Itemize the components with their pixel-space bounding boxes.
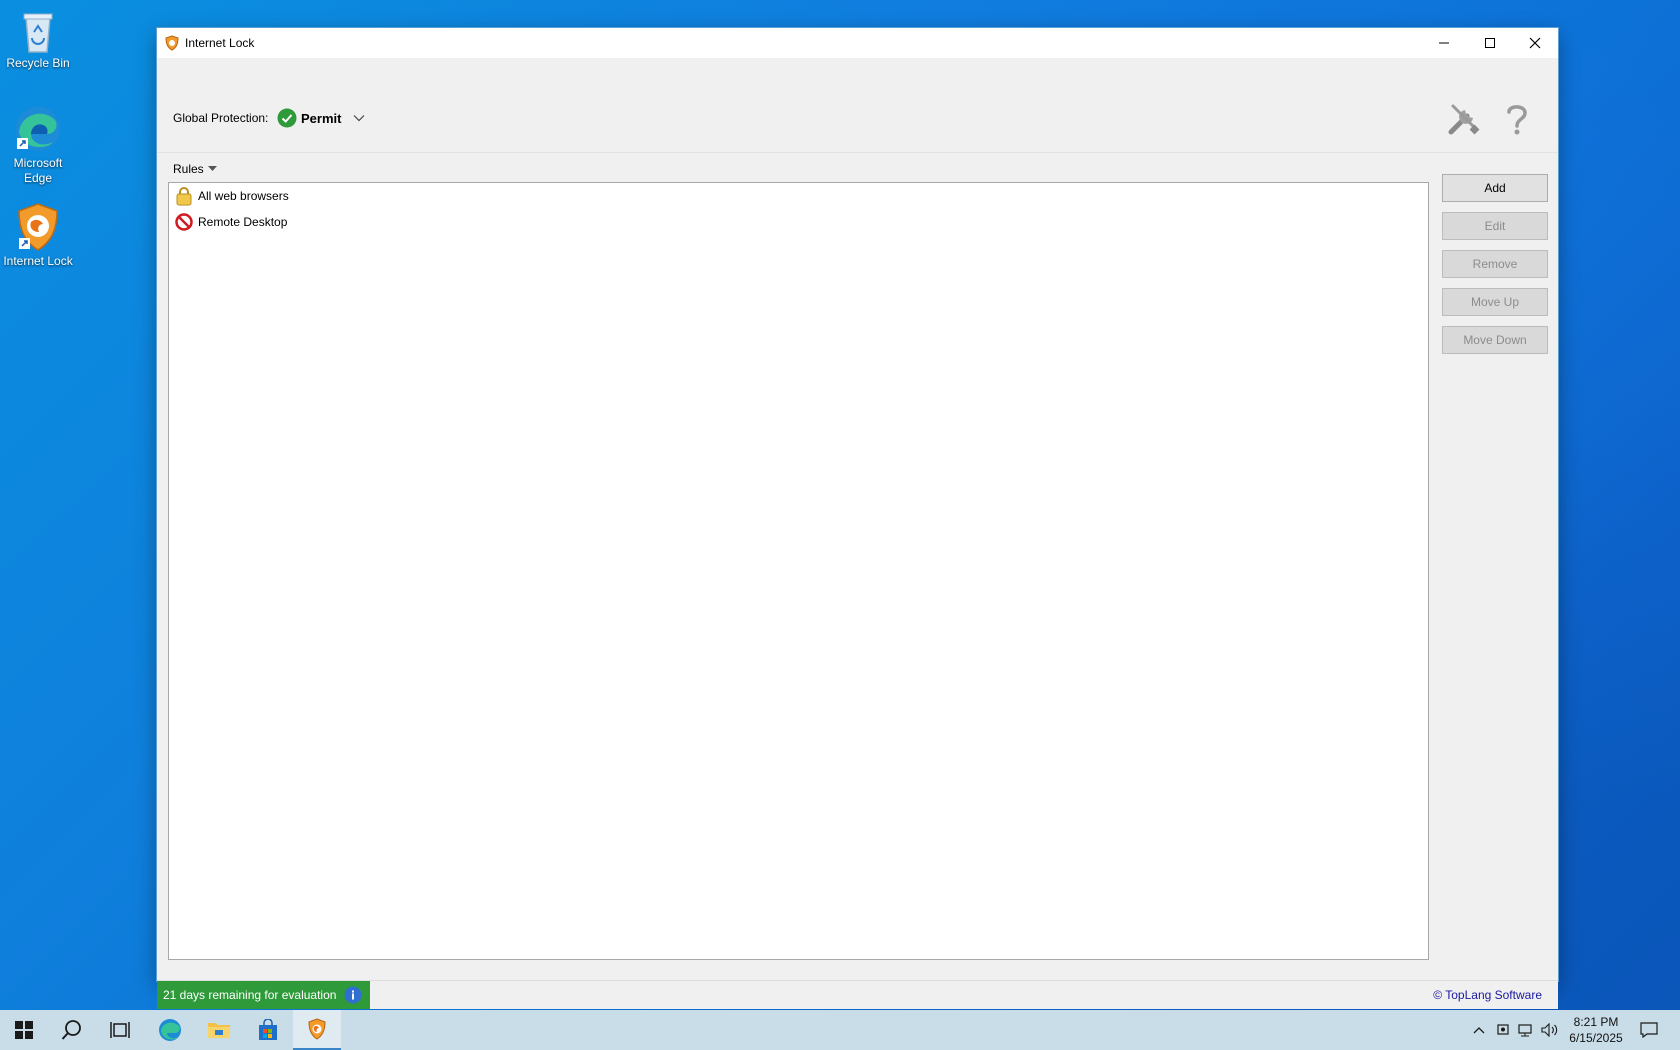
- folder-icon: [208, 1023, 230, 1038]
- internet-lock-shield-icon: [18, 203, 58, 251]
- evaluation-text: 21 days remaining for evaluation: [163, 988, 337, 1002]
- device-icon: [1497, 1024, 1509, 1035]
- title-bar[interactable]: Internet Lock: [157, 28, 1558, 58]
- internet-lock-window: Internet Lock Global Protection: Permit: [157, 28, 1558, 1009]
- protection-toolbar: Global Protection: Permit: [157, 58, 1558, 153]
- move-up-button[interactable]: Move Up: [1442, 288, 1548, 316]
- evaluation-banner[interactable]: 21 days remaining for evaluation: [157, 981, 370, 1009]
- tray-volume-button[interactable]: [1539, 1010, 1561, 1050]
- taskbar-file-explorer[interactable]: [195, 1010, 243, 1050]
- help-question-icon: [1507, 105, 1527, 135]
- desktop-icon-label: Recycle Bin: [6, 56, 70, 70]
- show-hidden-icons-button[interactable]: [1468, 1010, 1490, 1050]
- task-view-icon: [110, 1022, 130, 1038]
- dropdown-triangle-icon: [207, 166, 217, 171]
- blocked-icon: [175, 213, 193, 231]
- tray-network-button[interactable]: [1515, 1010, 1537, 1050]
- minimize-button[interactable]: [1421, 28, 1467, 58]
- rule-item[interactable]: All web browsers: [175, 185, 289, 207]
- settings-button[interactable]: [1447, 102, 1481, 139]
- minimize-icon: [1439, 42, 1449, 44]
- chevron-up-icon: [1473, 1027, 1485, 1034]
- task-view-button[interactable]: [96, 1010, 144, 1050]
- clock-date: 6/15/2025: [1569, 1031, 1623, 1045]
- chevron-down-icon: [354, 115, 365, 122]
- maximize-icon: [1485, 38, 1495, 48]
- window-title: Internet Lock: [185, 36, 255, 50]
- move-down-button[interactable]: Move Down: [1442, 326, 1548, 354]
- rules-menu[interactable]: Rules: [173, 162, 217, 176]
- search-button[interactable]: [48, 1010, 96, 1050]
- recycle-bin-icon: [23, 13, 53, 53]
- rule-name: Remote Desktop: [198, 215, 288, 229]
- search-icon: [61, 1020, 81, 1040]
- desktop-icon-label: Microsoft Edge: [13, 156, 63, 185]
- rule-item[interactable]: Remote Desktop: [175, 211, 287, 233]
- tray-device-button[interactable]: [1492, 1010, 1514, 1050]
- close-button[interactable]: [1512, 28, 1558, 58]
- action-center-button[interactable]: [1634, 1010, 1664, 1050]
- info-icon[interactable]: [344, 986, 362, 1004]
- taskbar: 8:21 PM 6/15/2025: [0, 1010, 1680, 1050]
- windows-logo-icon: [15, 1021, 33, 1039]
- remove-button[interactable]: Remove: [1442, 250, 1548, 278]
- clock-time: 8:21 PM: [1573, 1015, 1619, 1029]
- edge-icon: [16, 107, 60, 151]
- app-shield-icon: [165, 35, 179, 51]
- tools-icon: [1448, 104, 1480, 135]
- taskbar-edge[interactable]: [146, 1010, 194, 1050]
- start-button[interactable]: [0, 1010, 48, 1050]
- global-protection-label: Global Protection:: [173, 111, 269, 125]
- taskbar-clock[interactable]: 8:21 PM 6/15/2025: [1560, 1014, 1632, 1046]
- check-circle-icon: [277, 108, 297, 128]
- lock-icon: [176, 187, 192, 206]
- store-bag-icon: [259, 1019, 277, 1040]
- desktop-icon-label: Internet Lock: [3, 254, 73, 268]
- edit-button[interactable]: Edit: [1442, 212, 1548, 240]
- help-button[interactable]: [1503, 102, 1531, 139]
- maximize-button[interactable]: [1467, 28, 1513, 58]
- volume-icon: [1541, 1023, 1558, 1037]
- copyright-link[interactable]: © TopLang Software: [1433, 988, 1542, 1002]
- close-icon: [1529, 37, 1541, 49]
- status-bar: 21 days remaining for evaluation © TopLa…: [157, 980, 1558, 1009]
- desktop-icon-recycle-bin[interactable]: Recycle Bin: [2, 8, 74, 71]
- global-protection-dropdown[interactable]: Permit: [277, 108, 365, 128]
- rule-name: All web browsers: [198, 189, 289, 203]
- desktop-icon-edge[interactable]: Microsoft Edge: [2, 104, 74, 186]
- desktop-icon-internet-lock[interactable]: Internet Lock: [2, 202, 74, 269]
- rules-list[interactable]: All web browsers Remote Desktop: [168, 182, 1429, 960]
- edge-icon: [159, 1019, 181, 1041]
- rules-header-label: Rules: [173, 162, 204, 176]
- global-protection-value: Permit: [301, 110, 342, 126]
- network-icon: [1518, 1024, 1532, 1037]
- add-button[interactable]: Add: [1442, 174, 1548, 202]
- taskbar-internet-lock[interactable]: [293, 1010, 341, 1050]
- internet-lock-shield-icon: [308, 1018, 326, 1040]
- taskbar-store[interactable]: [244, 1010, 292, 1050]
- notification-icon: [1640, 1022, 1658, 1038]
